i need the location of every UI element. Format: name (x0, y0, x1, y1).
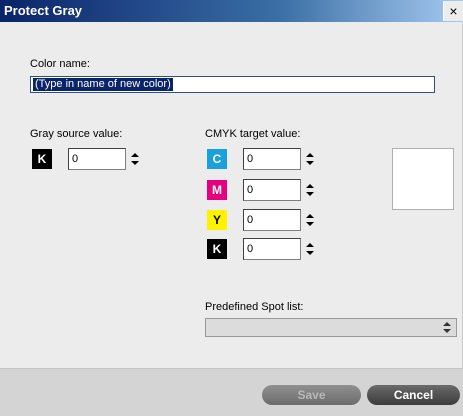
magenta-input[interactable]: 0 (243, 179, 301, 201)
gray-k-chip: K (32, 149, 52, 169)
stepper-up-icon[interactable] (306, 184, 314, 188)
cmyk-target-label: CMYK target value: (205, 128, 301, 140)
color-name-value: (Type in name of new color) (33, 78, 173, 91)
magenta-stepper[interactable] (305, 179, 315, 201)
title-bar: Protect Gray × (0, 0, 463, 22)
magenta-chip: M (207, 180, 227, 200)
stepper-down-icon[interactable] (306, 192, 314, 196)
stepper-up-icon[interactable] (306, 214, 314, 218)
cyan-stepper[interactable] (305, 148, 315, 170)
cyan-chip: C (207, 149, 227, 169)
color-name-input[interactable]: (Type in name of new color) (30, 76, 435, 93)
spot-list-label: Predefined Spot list: (205, 301, 304, 313)
stepper-up-icon[interactable] (306, 153, 314, 157)
yellow-input[interactable]: 0 (243, 209, 301, 231)
gray-k-input[interactable]: 0 (68, 148, 126, 170)
protect-gray-dialog: Protect Gray × Color name: (Type in name… (0, 0, 463, 416)
select-arrows-icon (443, 321, 451, 334)
stepper-down-icon[interactable] (306, 222, 314, 226)
spot-list-select[interactable] (205, 318, 457, 337)
stepper-up-icon[interactable] (131, 153, 139, 157)
black-chip: K (207, 239, 227, 259)
gray-source-label: Gray source value: (30, 128, 123, 140)
black-input[interactable]: 0 (243, 238, 301, 260)
yellow-chip: Y (207, 210, 227, 230)
dialog-title: Protect Gray (4, 3, 83, 18)
stepper-down-icon[interactable] (131, 161, 139, 165)
color-name-label: Color name: (30, 58, 90, 70)
cancel-button[interactable]: Cancel (367, 385, 460, 405)
yellow-stepper[interactable] (305, 209, 315, 231)
stepper-down-icon[interactable] (306, 161, 314, 165)
cyan-input[interactable]: 0 (243, 148, 301, 170)
black-stepper[interactable] (305, 238, 315, 260)
stepper-down-icon[interactable] (306, 251, 314, 255)
close-icon[interactable]: × (443, 1, 463, 21)
color-preview-swatch (392, 148, 454, 210)
save-button[interactable]: Save (262, 385, 361, 405)
gray-k-stepper[interactable] (130, 148, 140, 170)
stepper-up-icon[interactable] (306, 243, 314, 247)
